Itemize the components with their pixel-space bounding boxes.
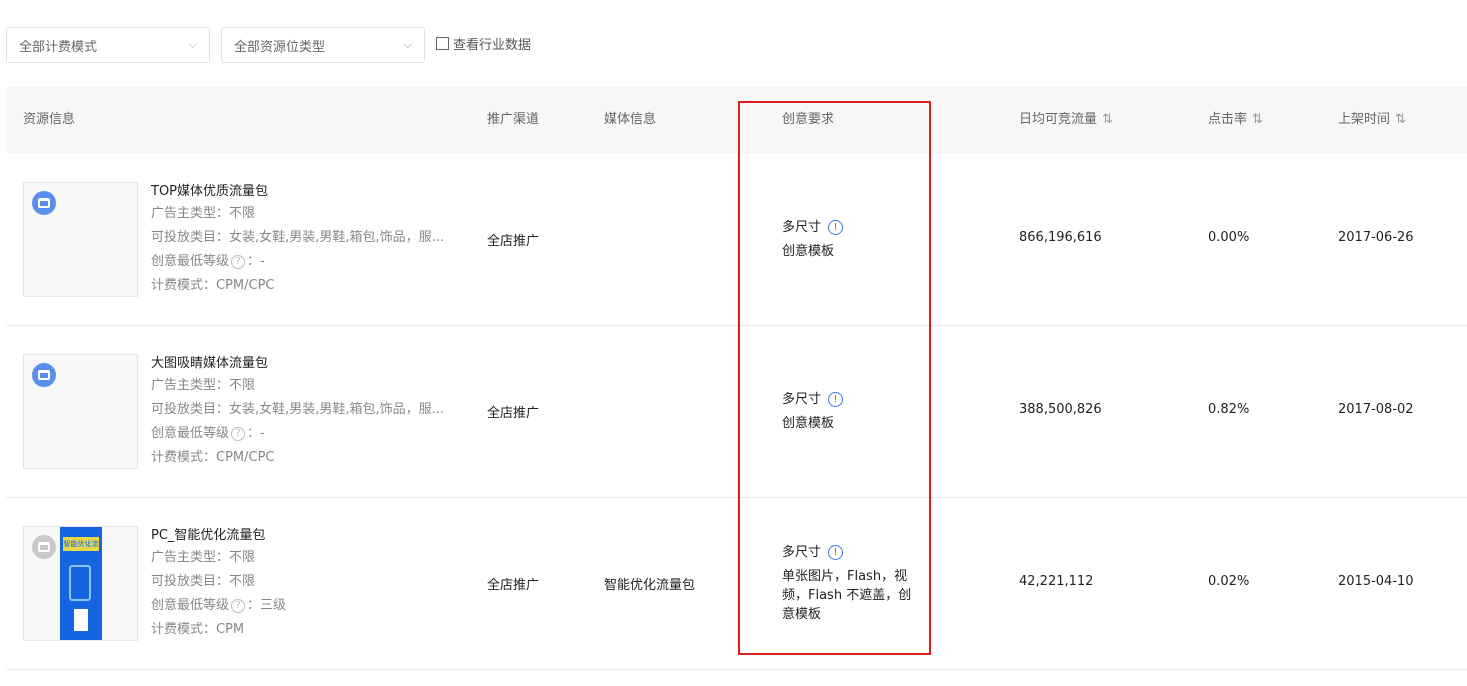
min-level-label: 创意最低等级	[151, 254, 230, 269]
resource-info: 大图吸睛媒体流量包 广告主类型：不限 可投放类目：女装,女鞋,男装,男鞋,箱包,…	[151, 354, 471, 470]
categories: 可投放类目：女装,女鞋,男装,男鞋,箱包,饰品，服...	[151, 402, 445, 417]
min-level: 创意最低等级? ：-	[151, 422, 471, 446]
info-icon[interactable]: !	[828, 220, 844, 235]
filter-bar: 全部计费模式 ⌵ 全部资源位类型 ⌵ 查看行业数据	[6, 27, 531, 63]
resource-thumbnail[interactable]: 智能优化流量包	[23, 526, 138, 641]
col-ctr[interactable]: 点击率 ⇅	[1208, 87, 1263, 153]
min-level-label: 创意最低等级	[151, 598, 230, 613]
billing-mode-select[interactable]: 全部计费模式 ⌵	[6, 27, 210, 63]
daily-traffic: 866,196,616	[1019, 230, 1102, 245]
daily-traffic: 388,500,826	[1019, 402, 1102, 417]
size-row: 多尺寸!	[782, 218, 922, 237]
ctr: 0.02%	[1208, 574, 1250, 589]
min-level-value: ：三级	[247, 598, 287, 613]
chevron-down-icon: ⌵	[403, 38, 412, 51]
paper-graphic	[74, 609, 88, 631]
shop-badge-icon	[32, 363, 56, 387]
resource-thumbnail[interactable]	[23, 354, 138, 469]
size-row: 多尺寸!	[782, 390, 922, 409]
resource-info: PC_智能优化流量包 广告主类型：不限 可投放类目：不限 创意最低等级? ：三级 …	[151, 526, 471, 642]
ctr: 0.82%	[1208, 402, 1250, 417]
categories: 可投放类目：女装,女鞋,男装,男鞋,箱包,饰品，服...	[151, 230, 445, 245]
min-level-value: ：-	[247, 254, 265, 269]
billing-mode: 计费模式：CPM/CPC	[151, 278, 275, 293]
table-row: TOP媒体优质流量包 广告主类型：不限 可投放类目：女装,女鞋,男装,男鞋,箱包…	[6, 154, 1467, 326]
industry-data-checkbox[interactable]	[436, 36, 449, 50]
help-icon[interactable]: ?	[231, 598, 246, 613]
billing-mode: 计费模式：CPM	[151, 622, 245, 637]
poster-image: 智能优化流量包	[60, 527, 102, 640]
media-info: 智能优化流量包	[604, 578, 696, 593]
shop-badge-icon	[32, 191, 56, 215]
resource-type-select[interactable]: 全部资源位类型 ⌵	[221, 27, 425, 63]
col-resource-info: 资源信息	[23, 112, 76, 127]
creative-requirement: 多尺寸! 单张图片，Flash，视频，Flash 不遮盖，创意模板	[782, 543, 922, 624]
listed-date: 2015-04-10	[1338, 574, 1414, 589]
advertiser-type: 广告主类型：不限	[151, 550, 256, 565]
info-icon[interactable]: !	[828, 545, 844, 560]
sort-icon[interactable]: ⇅	[1395, 112, 1406, 127]
creative-requirement: 多尺寸! 创意模板	[782, 218, 922, 261]
channel: 全店推广	[487, 578, 540, 593]
size-row: 多尺寸!	[782, 543, 922, 562]
min-level: 创意最低等级? ：-	[151, 250, 471, 274]
col-daily-traffic[interactable]: 日均可竞流量 ⇅	[1019, 87, 1113, 153]
shop-badge-icon	[32, 535, 56, 559]
listed-date: 2017-08-02	[1338, 402, 1414, 417]
col-daily-traffic-label: 日均可竞流量	[1019, 112, 1098, 127]
table-row: 智能优化流量包 PC_智能优化流量包 广告主类型：不限 可投放类目：不限 创意最…	[6, 498, 1467, 670]
channel: 全店推广	[487, 406, 540, 421]
sort-icon[interactable]: ⇅	[1252, 112, 1263, 127]
resource-title[interactable]: TOP媒体优质流量包	[151, 182, 471, 202]
size-label: 多尺寸	[782, 545, 822, 560]
col-media-info: 媒体信息	[604, 112, 657, 127]
col-listed-time-label: 上架时间	[1338, 112, 1391, 127]
help-icon[interactable]: ?	[231, 426, 246, 441]
phone-graphic	[69, 565, 91, 601]
table-row: 大图吸睛媒体流量包 广告主类型：不限 可投放类目：女装,女鞋,男装,男鞋,箱包,…	[6, 326, 1467, 498]
min-level-value: ：-	[247, 426, 265, 441]
size-label: 多尺寸	[782, 392, 822, 407]
size-label: 多尺寸	[782, 220, 822, 235]
min-level-label: 创意最低等级	[151, 426, 230, 441]
col-ctr-label: 点击率	[1208, 112, 1248, 127]
advertiser-type: 广告主类型：不限	[151, 206, 256, 221]
creative-detail: 创意模板	[782, 416, 835, 431]
industry-data-label: 查看行业数据	[453, 37, 532, 53]
billing-mode: 计费模式：CPM/CPC	[151, 450, 275, 465]
industry-data-toggle[interactable]: 查看行业数据	[436, 34, 531, 53]
min-level: 创意最低等级? ：三级	[151, 594, 471, 618]
col-channel: 推广渠道	[487, 112, 540, 127]
billing-mode-value: 全部计费模式	[19, 39, 98, 55]
col-listed-time[interactable]: 上架时间 ⇅	[1338, 87, 1406, 153]
resource-title[interactable]: 大图吸睛媒体流量包	[151, 354, 471, 374]
chevron-down-icon: ⌵	[188, 38, 197, 51]
channel: 全店推广	[487, 234, 540, 249]
ctr: 0.00%	[1208, 230, 1250, 245]
table-header: 资源信息 推广渠道 媒体信息 创意要求 日均可竞流量 ⇅ 点击率 ⇅ 上架时间 ⇅	[6, 87, 1467, 153]
col-creative-req: 创意要求	[782, 112, 835, 127]
listed-date: 2017-06-26	[1338, 230, 1414, 245]
poster-text: 智能优化流量包	[63, 537, 99, 551]
resource-title[interactable]: PC_智能优化流量包	[151, 526, 471, 546]
creative-detail: 创意模板	[782, 244, 835, 259]
advertiser-type: 广告主类型：不限	[151, 378, 256, 393]
categories: 可投放类目：不限	[151, 574, 256, 589]
creative-detail: 单张图片，Flash，视频，Flash 不遮盖，创意模板	[782, 569, 912, 622]
resource-info: TOP媒体优质流量包 广告主类型：不限 可投放类目：女装,女鞋,男装,男鞋,箱包…	[151, 182, 471, 298]
help-icon[interactable]: ?	[231, 254, 246, 269]
info-icon[interactable]: !	[828, 392, 844, 407]
resource-type-value: 全部资源位类型	[234, 39, 326, 55]
creative-requirement: 多尺寸! 创意模板	[782, 390, 922, 433]
resource-thumbnail[interactable]	[23, 182, 138, 297]
daily-traffic: 42,221,112	[1019, 574, 1094, 589]
sort-icon[interactable]: ⇅	[1102, 112, 1113, 127]
